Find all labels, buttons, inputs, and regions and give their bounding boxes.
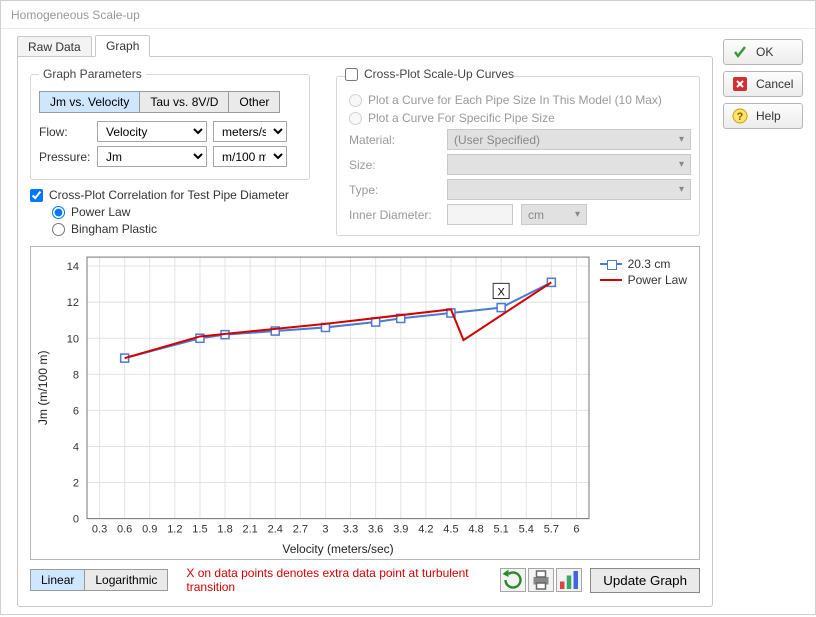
size-label: Size: [349,158,439,172]
svg-text:5.7: 5.7 [544,524,559,536]
svg-text:12: 12 [67,297,79,309]
svg-text:10: 10 [67,333,79,345]
type-select [447,179,691,200]
refresh-icon-button[interactable] [500,568,526,592]
power-law-radio[interactable] [52,206,65,219]
svg-text:2.7: 2.7 [293,524,308,536]
svg-text:14: 14 [67,261,79,273]
inner-diameter-field [447,204,513,225]
pressure-unit-select[interactable]: m/100 m [213,146,287,167]
opt-other[interactable]: Other [229,91,280,113]
svg-text:4.5: 4.5 [443,524,458,536]
svg-text:2.1: 2.1 [243,524,258,536]
svg-text:3.6: 3.6 [368,524,383,536]
svg-text:2.4: 2.4 [268,524,283,536]
plot-eachpipe-radio [349,94,362,107]
svg-text:0.9: 0.9 [142,524,157,536]
size-select [447,154,691,175]
svg-text:3.9: 3.9 [393,524,408,536]
scale-log-button[interactable]: Logarithmic [85,569,168,591]
crossplot-scaleup-label: Cross-Plot Scale-Up Curves [364,67,514,81]
plot-specific-radio [349,112,362,125]
material-label: Material: [349,133,439,147]
svg-text:?: ? [737,111,744,123]
turbulent-note: X on data points denotes extra data poin… [176,566,492,594]
crossplot-correlation-label: Cross-Plot Correlation for Test Pipe Dia… [49,188,289,202]
svg-text:2: 2 [73,478,79,490]
legend-series2-label: Power Law [628,273,687,287]
svg-text:8: 8 [73,369,79,381]
power-law-label: Power Law [71,205,130,219]
print-icon-button[interactable] [528,568,554,592]
window-title: Homogeneous Scale-up [1,1,815,29]
graph-parameters-legend: Graph Parameters [39,67,146,81]
help-icon: ? [732,108,748,124]
svg-text:4: 4 [73,441,79,453]
svg-text:0.3: 0.3 [92,524,107,536]
svg-text:3: 3 [322,524,328,536]
ok-button[interactable]: OK [723,39,803,65]
export-icon-button[interactable] [556,568,582,592]
svg-text:Jm (m/100 m): Jm (m/100 m) [36,351,50,426]
svg-text:1.8: 1.8 [217,524,232,536]
svg-text:4.8: 4.8 [468,524,483,536]
svg-text:5.4: 5.4 [519,524,534,536]
material-select: (User Specified) [447,129,691,150]
svg-text:1.5: 1.5 [192,524,207,536]
svg-text:4.2: 4.2 [418,524,433,536]
cancel-button[interactable]: Cancel [723,71,803,97]
svg-text:1.2: 1.2 [167,524,182,536]
pressure-select[interactable]: Jm [97,146,207,167]
flow-unit-select[interactable]: meters/sec [213,121,287,142]
legend-series2-icon [600,279,622,281]
chart-legend: 20.3 cm Power Law [600,257,687,289]
legend-series1-label: 20.3 cm [628,257,671,271]
opt-tau-vs-8vd[interactable]: Tau vs. 8V/D [140,91,229,113]
refresh-icon [501,568,525,592]
bingham-plastic-label: Bingham Plastic [71,222,157,236]
flow-label: Flow: [39,125,91,139]
svg-text:0.6: 0.6 [117,524,132,536]
opt-jm-vs-velocity[interactable]: Jm vs. Velocity [39,91,140,113]
bingham-plastic-radio[interactable] [52,223,65,236]
graph-parameters-group: Graph Parameters Jm vs. Velocity Tau vs.… [30,67,310,180]
plot-specific-label: Plot a Curve For Specific Pipe Size [368,111,555,125]
check-icon [732,44,748,60]
svg-text:6: 6 [573,524,579,536]
update-graph-button[interactable]: Update Graph [590,568,700,593]
scale-linear-button[interactable]: Linear [30,569,85,591]
tab-raw-data[interactable]: Raw Data [17,36,92,58]
help-button[interactable]: ? Help [723,103,803,129]
type-label: Type: [349,183,439,197]
chart-area: 0.3 0.6 0.9 1.2 1.5 1.8 2.1 2.4 2.7 3 3.3 3.6 3.9 4.2… [30,246,700,560]
svg-text:0: 0 [73,514,79,526]
svg-text:Velocity (meters/sec): Velocity (meters/sec) [282,542,393,556]
tab-graph[interactable]: Graph [95,35,150,57]
crossplot-scaleup-group: Cross-Plot Scale-Up Curves Plot a Curve … [336,67,700,236]
crossplot-scaleup-checkbox[interactable] [345,68,358,81]
plot-eachpipe-label: Plot a Curve for Each Pipe Size In This … [368,93,662,107]
flow-select[interactable]: Velocity [97,121,207,142]
svg-text:5.1: 5.1 [494,524,509,536]
inner-diameter-unit: cm [521,204,587,225]
inner-diameter-label: Inner Diameter: [349,208,439,222]
svg-text:X: X [497,286,505,298]
crossplot-correlation-checkbox[interactable] [30,189,43,202]
cancel-icon [732,76,748,92]
svg-text:6: 6 [73,405,79,417]
printer-icon [529,568,553,592]
chart-icon [557,568,581,592]
pressure-label: Pressure: [39,150,91,164]
svg-text:3.3: 3.3 [343,524,358,536]
legend-series1-icon [600,263,622,265]
